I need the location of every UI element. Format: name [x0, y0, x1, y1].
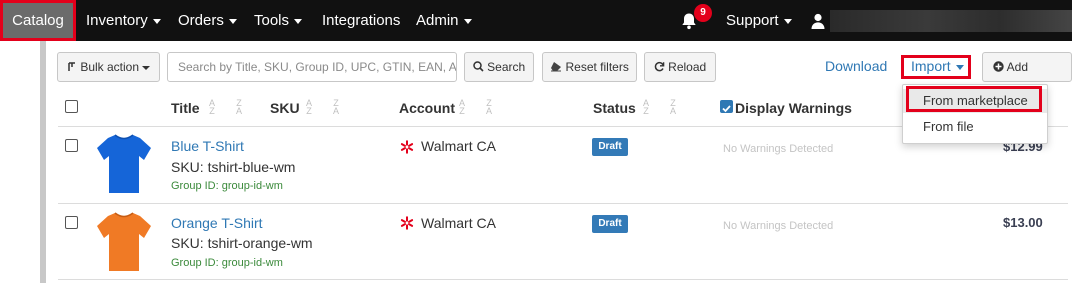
notification-badge: 9: [694, 4, 712, 22]
bulk-action-label: Bulk action: [80, 60, 140, 74]
search-input[interactable]: [167, 52, 457, 82]
nav-integrations-label: Integrations: [322, 12, 401, 29]
user-name-redacted[interactable]: [830, 10, 1072, 32]
sort-asc-icon[interactable]: AZ: [207, 99, 217, 116]
account-name: Walmart CA: [421, 215, 496, 231]
walmart-spark-icon: [400, 140, 414, 154]
nav-admin-label: Admin: [416, 12, 459, 29]
account-name: Walmart CA: [421, 138, 496, 154]
sort-asc-icon[interactable]: AZ: [304, 99, 314, 116]
row-divider: [58, 203, 1068, 204]
row-checkbox[interactable]: [65, 139, 78, 152]
product-group-id: Group ID: group-id-wm: [171, 257, 283, 269]
search-button-label: Search: [487, 60, 526, 74]
sort-asc-icon[interactable]: AZ: [457, 99, 467, 116]
column-header-account[interactable]: Account: [399, 100, 455, 116]
import-label: Import: [911, 58, 951, 74]
sort-desc-icon[interactable]: ZA: [668, 99, 678, 116]
product-title-link[interactable]: Orange T-Shirt: [171, 215, 263, 231]
nav-support-label: Support: [726, 12, 779, 29]
check-icon: [722, 105, 731, 113]
nav-support[interactable]: Support: [726, 0, 792, 41]
product-title-link[interactable]: Blue T-Shirt: [171, 138, 244, 154]
top-navbar: Catalog Inventory Orders Tools Integrati…: [0, 0, 1072, 41]
left-scroll-bar[interactable]: [40, 41, 46, 283]
sort-asc-icon[interactable]: AZ: [641, 99, 651, 116]
walmart-spark-icon: [400, 216, 414, 230]
search-button[interactable]: Search: [464, 52, 534, 82]
display-warnings-checkbox[interactable]: [720, 100, 733, 113]
chevron-down-icon: [228, 18, 237, 24]
row-divider: [58, 279, 1068, 280]
product-sku: SKU: tshirt-orange-wm: [171, 235, 313, 251]
nav-tools[interactable]: Tools: [254, 0, 303, 41]
reload-label: Reload: [668, 60, 707, 74]
add-product-button[interactable]: Add product: [982, 52, 1072, 102]
reset-filters-button[interactable]: Reset filters: [542, 52, 637, 82]
chevron-down-icon: [152, 18, 161, 24]
bulk-action-button[interactable]: Bulk action: [57, 52, 160, 82]
select-all-checkbox[interactable]: [65, 100, 78, 113]
caret-down-icon: [142, 65, 151, 70]
chevron-down-icon: [463, 18, 472, 24]
nav-admin[interactable]: Admin: [416, 0, 472, 41]
status-badge: Draft: [592, 138, 628, 156]
nav-inventory[interactable]: Inventory: [86, 0, 161, 41]
product-image-orange-tshirt[interactable]: [96, 211, 152, 273]
search-icon: [473, 61, 484, 72]
column-header-title[interactable]: Title: [171, 100, 200, 116]
sort-desc-icon[interactable]: ZA: [484, 99, 494, 116]
import-from-file[interactable]: From file: [903, 115, 1047, 139]
left-gutter: [0, 41, 40, 283]
reload-button[interactable]: Reload: [644, 52, 716, 82]
reload-icon: [654, 61, 665, 72]
sort-desc-icon[interactable]: ZA: [331, 99, 341, 116]
nav-orders[interactable]: Orders: [178, 0, 237, 41]
nav-orders-label: Orders: [178, 12, 224, 29]
product-group-id: Group ID: group-id-wm: [171, 180, 283, 192]
nav-inventory-label: Inventory: [86, 12, 148, 29]
product-image-blue-tshirt[interactable]: [96, 133, 152, 195]
import-dropdown-menu: From marketplace From file: [902, 84, 1048, 144]
bulk-action-icon: [68, 62, 75, 71]
reset-filters-label: Reset filters: [565, 60, 629, 74]
user-icon[interactable]: [811, 13, 825, 29]
column-header-sku[interactable]: SKU: [270, 100, 300, 116]
eraser-icon: [551, 62, 562, 72]
nav-catalog[interactable]: Catalog: [0, 0, 76, 41]
download-link[interactable]: Download: [825, 58, 887, 74]
nav-tools-label: Tools: [254, 12, 290, 29]
row-checkbox[interactable]: [65, 216, 78, 229]
chevron-down-icon: [294, 18, 303, 24]
caret-down-icon: [955, 64, 964, 70]
plus-circle-icon: [993, 61, 1004, 72]
nav-integrations[interactable]: Integrations: [322, 0, 400, 41]
warnings-text: No Warnings Detected: [723, 220, 834, 232]
status-badge: Draft: [592, 215, 628, 233]
sort-desc-icon[interactable]: ZA: [234, 99, 244, 116]
nav-catalog-label: Catalog: [12, 12, 64, 29]
chevron-down-icon: [783, 18, 792, 24]
warnings-text: No Warnings Detected: [723, 143, 834, 155]
product-price: $13.00: [1003, 215, 1043, 230]
import-dropdown[interactable]: Import: [911, 58, 964, 74]
import-from-marketplace[interactable]: From marketplace: [903, 89, 1047, 113]
column-header-status[interactable]: Status: [593, 100, 636, 116]
product-sku: SKU: tshirt-blue-wm: [171, 159, 296, 175]
display-warnings-label: Display Warnings: [735, 100, 852, 116]
